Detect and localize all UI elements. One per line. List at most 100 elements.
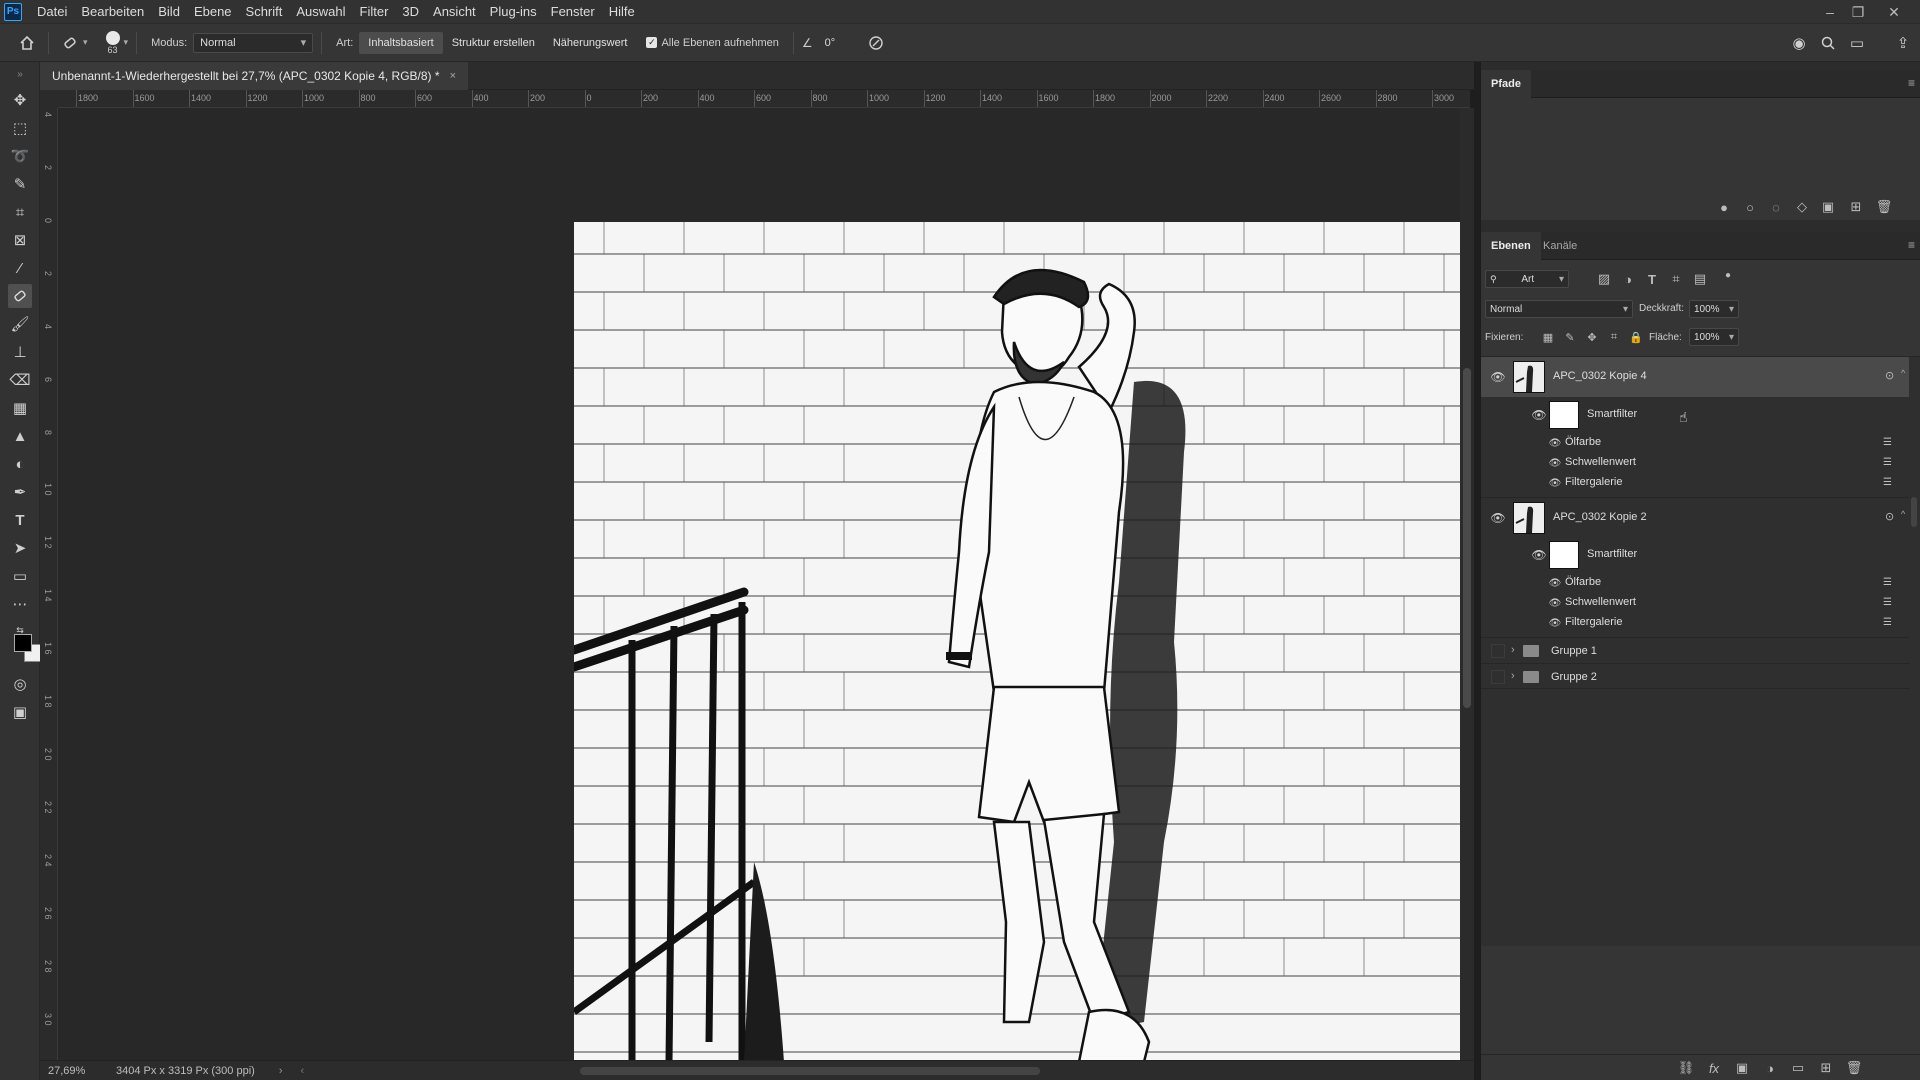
menu-auswahl[interactable]: Auswahl <box>289 0 352 24</box>
visibility-eye-icon[interactable]: 👁 <box>1547 475 1563 491</box>
lock-transparency-icon[interactable]: ▦ <box>1537 326 1559 348</box>
quick-mask-icon[interactable]: ◎ <box>8 672 32 696</box>
scroll-thumb[interactable] <box>1463 368 1471 708</box>
marquee-tool-icon[interactable]: ⬚ <box>8 116 32 140</box>
menu-datei[interactable]: Datei <box>30 0 74 24</box>
filter-pixel-icon[interactable]: ▨ <box>1593 268 1615 290</box>
visibility-eye-icon[interactable]: 👁 <box>1547 435 1563 451</box>
search-icon[interactable] <box>1815 30 1841 56</box>
vertical-ruler[interactable]: 4 2 0 2 4 6 8 1 0 1 2 1 4 1 6 1 8 2 0 2 2 2 4 2 6 2 8 3 0 <box>40 108 58 1060</box>
home-icon[interactable] <box>14 30 40 56</box>
lock-all-icon[interactable]: 🔒 <box>1625 326 1647 348</box>
blend-mode-select[interactable]: Normal ▾ <box>1485 300 1633 318</box>
visibility-eye-icon[interactable]: 👁 <box>1531 547 1547 563</box>
workspace-icon[interactable]: ▭ <box>1844 30 1870 56</box>
fx-icon[interactable]: fx <box>1703 1057 1725 1079</box>
lock-pixels-icon[interactable]: ✎ <box>1559 326 1581 348</box>
pressure-size-icon[interactable] <box>863 30 889 56</box>
modus-select[interactable]: Normal ▾ <box>193 32 314 53</box>
filter-smart-object-icon[interactable]: ▤ <box>1689 268 1711 290</box>
layer-kind-filter[interactable]: ⚲ Art ▾ <box>1485 270 1569 288</box>
add-mask-icon[interactable]: ▣ <box>1731 1057 1753 1079</box>
chevron-down-icon[interactable]: ▾ <box>124 37 129 48</box>
zoom-level[interactable]: 27,69% <box>48 1065 94 1077</box>
crop-tool-icon[interactable]: ⌗ <box>8 200 32 224</box>
group-name[interactable]: Gruppe 2 <box>1551 671 1597 683</box>
path-selection-tool-icon[interactable]: ➤ <box>8 536 32 560</box>
lock-artboard-icon[interactable]: ⌗ <box>1603 326 1625 348</box>
visibility-eye-icon[interactable]: 👁 <box>1531 407 1547 423</box>
filter-mask-thumbnail[interactable] <box>1549 541 1579 569</box>
stroke-path-icon[interactable]: ○ <box>1739 196 1761 218</box>
panel-menu-icon[interactable]: ≡ <box>1908 238 1915 252</box>
visibility-eye-icon[interactable]: 👁 <box>1490 369 1506 385</box>
group-row-gruppe-1[interactable]: › Gruppe 1 <box>1481 637 1909 663</box>
rectangle-tool-icon[interactable]: ▭ <box>8 564 32 588</box>
visibility-eye-icon[interactable]: 👁 <box>1547 595 1563 611</box>
filter-adjustment-icon[interactable]: ◑ <box>1617 268 1639 290</box>
menu-3d[interactable]: 3D <box>395 0 426 24</box>
layer-list-scroll-thumb[interactable] <box>1911 497 1917 527</box>
visibility-eye-icon[interactable]: 👁 <box>1547 615 1563 631</box>
filter-row-oelfarbe[interactable]: 👁 Ölfarbe ☰ <box>1481 573 1909 593</box>
canvas-area[interactable] <box>58 108 1460 1060</box>
new-group-icon[interactable]: ▭ <box>1787 1057 1809 1079</box>
delete-path-icon[interactable]: 🗑 <box>1873 196 1895 218</box>
link-layers-icon[interactable]: ⛓ <box>1675 1057 1697 1079</box>
chevron-left-icon[interactable]: ‹ <box>300 1065 304 1077</box>
filter-row-schwellenwert[interactable]: 👁 Schwellenwert ☰ <box>1481 453 1909 473</box>
filter-row-schwellenwert[interactable]: 👁 Schwellenwert ☰ <box>1481 593 1909 613</box>
angle-input[interactable]: 0° <box>819 33 851 53</box>
healing-brush-preset-icon[interactable] <box>57 30 83 56</box>
eyedropper-tool-icon[interactable]: ⁄ <box>8 256 32 280</box>
fill-input[interactable]: 100% ▾ <box>1689 328 1739 346</box>
tab-kanaele[interactable]: Kanäle <box>1533 232 1587 260</box>
opacity-input[interactable]: 100% ▾ <box>1689 300 1739 318</box>
menu-plugins[interactable]: Plug-ins <box>483 0 544 24</box>
tab-ebenen[interactable]: Ebenen <box>1481 232 1541 260</box>
menu-bild[interactable]: Bild <box>151 0 187 24</box>
filter-row-filtergalerie[interactable]: 👁 Filtergalerie ☰ <box>1481 473 1909 493</box>
frame-tool-icon[interactable]: ⊠ <box>8 228 32 252</box>
filter-options-icon[interactable]: ☰ <box>1883 618 1895 628</box>
filter-row-filtergalerie[interactable]: 👁 Filtergalerie ☰ <box>1481 613 1909 633</box>
make-work-path-icon[interactable]: ◇ <box>1791 196 1813 218</box>
add-mask-icon[interactable]: ▣ <box>1817 196 1839 218</box>
new-layer-icon[interactable]: ⊞ <box>1815 1057 1837 1079</box>
menu-schrift[interactable]: Schrift <box>239 0 290 24</box>
chevron-right-icon[interactable]: › <box>1511 670 1515 682</box>
load-selection-icon[interactable]: ◌ <box>1765 196 1787 218</box>
horizontal-scrollbar[interactable] <box>580 1067 1040 1075</box>
inhaltsbasiert-button[interactable]: Inhaltsbasiert <box>359 31 443 54</box>
filter-options-icon[interactable]: ☰ <box>1883 458 1895 468</box>
menu-ansicht[interactable]: Ansicht <box>426 0 483 24</box>
close-window-icon[interactable]: ✕ <box>1880 0 1908 24</box>
collapse-filters-icon[interactable]: ^ <box>1901 368 1905 378</box>
layer-row-apc-kopie-4[interactable]: 👁 APC_0302 Kopie 4 ⊙ ^ <box>1481 357 1909 397</box>
group-name[interactable]: Gruppe 1 <box>1551 645 1597 657</box>
fill-path-icon[interactable]: ● <box>1713 196 1735 218</box>
horizontal-ruler[interactable]: 1800 1600 1400 1200 1000 800 600 400 200 0 200 400 6… <box>58 90 1470 108</box>
collapse-filters-icon[interactable]: ^ <box>1901 509 1905 519</box>
menu-hilfe[interactable]: Hilfe <box>602 0 642 24</box>
dodge-tool-icon[interactable]: ◐ <box>8 452 32 476</box>
more-tools-icon[interactable]: ⋯ <box>8 592 32 616</box>
chevron-down-icon[interactable]: ▾ <box>83 37 88 48</box>
gradient-tool-icon[interactable]: ▦ <box>8 396 32 420</box>
filter-type-icon[interactable]: T <box>1641 268 1663 290</box>
visibility-eye-icon[interactable]: 👁 <box>1547 455 1563 471</box>
photoshop-logo[interactable]: Ps <box>4 2 22 21</box>
visibility-eye-icon[interactable]: 👁 <box>1547 575 1563 591</box>
hidden-visibility-box[interactable] <box>1491 670 1505 684</box>
healing-brush-tool-icon[interactable] <box>8 284 32 308</box>
layer-row-apc-kopie-2[interactable]: 👁 APC_0302 Kopie 2 ⊙ ^ <box>1481 497 1909 537</box>
document-tab[interactable]: Unbenannt-1-Wiederhergestellt bei 27,7% … <box>40 62 468 90</box>
type-tool-icon[interactable]: T <box>8 508 32 532</box>
menu-filter[interactable]: Filter <box>353 0 396 24</box>
naeherungswert-button[interactable]: Näherungswert <box>544 32 637 54</box>
lock-position-icon[interactable]: ✥ <box>1581 326 1603 348</box>
menu-bearbeiten[interactable]: Bearbeiten <box>74 0 151 24</box>
lasso-tool-icon[interactable]: ➰ <box>8 144 32 168</box>
filter-options-icon[interactable]: ☰ <box>1883 478 1895 488</box>
pen-tool-icon[interactable]: ✒ <box>8 480 32 504</box>
